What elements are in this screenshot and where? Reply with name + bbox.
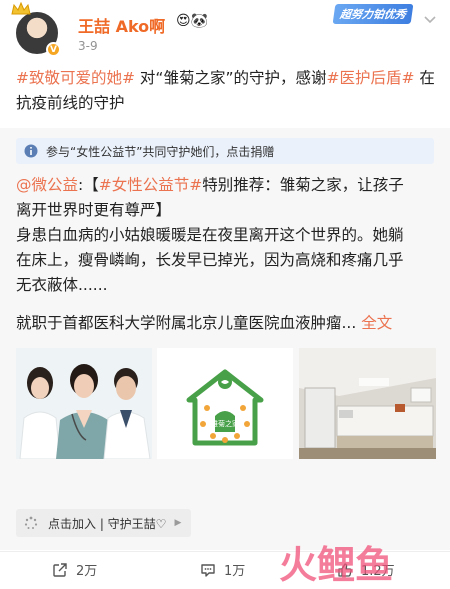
comment-icon xyxy=(201,563,215,577)
watermark-logo: 火鲤鱼 xyxy=(279,543,393,586)
topic-link[interactable]: #医护后盾# xyxy=(326,69,414,87)
charity-donate-bar[interactable]: 参与“女性公益节”共同守护她们，点击捐赠 xyxy=(16,138,434,164)
doctors-photo[interactable] xyxy=(16,348,152,459)
info-icon xyxy=(24,144,38,158)
user-emoji-badges: 😍🐼 xyxy=(176,13,209,29)
post-text-segment: 对“雏菊之家”的守护，感谢 xyxy=(134,69,327,87)
room-photo[interactable] xyxy=(299,348,436,459)
repost-text-line: 就职于首都医科大学附属北京儿童医院血液肿瘤... xyxy=(16,314,357,332)
join-guard-button[interactable]: 点击加入 | 守护王喆♡ ▶ xyxy=(16,509,192,537)
repost-text-segment: :【 xyxy=(78,176,99,194)
logo-caption: 雏菊之家 xyxy=(211,419,239,428)
verified-badge: V xyxy=(46,42,61,57)
post-text: #致敬可爱的她# 对“雏菊之家”的守护，感谢#医护后盾# 在抗疫前线的守护 xyxy=(16,66,436,116)
repost-count: 2万 xyxy=(76,564,98,579)
join-guard-label: 点击加入 | 守护王喆♡ xyxy=(48,516,167,531)
daisy-home-logo-image[interactable]: 雏菊之家 xyxy=(157,348,293,459)
watermark-text: 火鲤鱼 xyxy=(279,543,393,586)
caret-right-icon: ▶ xyxy=(174,518,182,528)
topic-link[interactable]: #致敬可爱的她# xyxy=(16,69,135,87)
repost-text-segment: 特别推荐：雏菊之家，让孩子 xyxy=(202,176,404,194)
mention-link[interactable]: @微公益 xyxy=(16,176,78,194)
repost-text-line: 身患白血病的小姑娘暖暖是在夜里离开这个世界的。她躺 xyxy=(16,226,404,244)
image-grid: 雏菊之家 xyxy=(16,348,436,459)
repost-text-line: 无衣蔽体...... xyxy=(16,276,108,294)
comment-button[interactable]: 1万 xyxy=(200,560,245,579)
username-link[interactable]: 王喆 Ako啊 xyxy=(78,13,165,37)
comment-count: 1万 xyxy=(224,564,246,579)
chevron-down-icon[interactable] xyxy=(423,12,437,26)
repost-text: @微公益:【#女性公益节#特别推荐：雏菊之家，让孩子 离开世界时更有尊严】 身患… xyxy=(16,173,436,336)
topic-link[interactable]: #女性公益节# xyxy=(99,176,202,194)
repost-button[interactable]: 2万 xyxy=(52,560,97,579)
post-header: V 王喆 Ako啊 😍🐼 3-9 超努力铂优秀 xyxy=(0,0,450,60)
effort-badge[interactable]: 超努力铂优秀 xyxy=(332,4,414,24)
loading-icon xyxy=(24,516,38,529)
share-icon xyxy=(53,562,67,577)
post-date: 3-9 xyxy=(78,39,98,53)
repost-text-line: 离开世界时更有尊严】 xyxy=(16,201,172,219)
charity-bar-label: 参与“女性公益节”共同守护她们，点击捐赠 xyxy=(46,144,275,159)
repost-text-line: 在床上，瘦骨嶙峋，长发早已掉光，因为高烧和疼痛几乎 xyxy=(16,251,404,269)
crown-icon xyxy=(11,2,31,15)
read-more-link[interactable]: 全文 xyxy=(361,314,392,332)
repost-block[interactable]: 参与“女性公益节”共同守护她们，点击捐赠 @微公益:【#女性公益节#特别推荐：雏… xyxy=(0,128,450,550)
